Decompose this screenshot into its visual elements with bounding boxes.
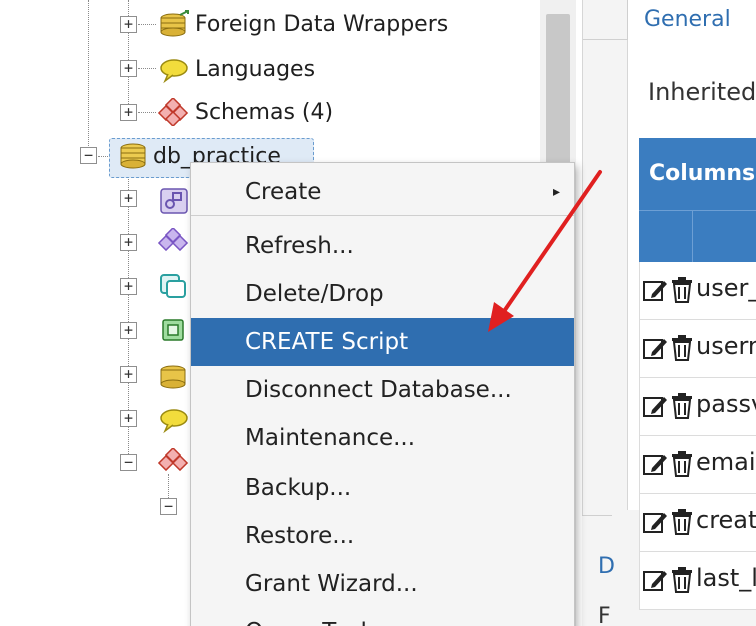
columns-header-divider	[692, 210, 693, 262]
tree-guide-line	[138, 112, 156, 113]
schema-icon	[158, 98, 189, 126]
catalog-icon	[158, 228, 189, 252]
event-trigger-icon	[160, 274, 186, 298]
menu-item-create[interactable]: Create ▸	[191, 168, 574, 216]
collapse-db-practice[interactable]: −	[80, 147, 97, 164]
tree-label-foreign-data-wrappers[interactable]: Foreign Data Wrappers	[195, 11, 448, 39]
tree-guide-line	[88, 0, 89, 150]
column-row: passv	[639, 378, 756, 436]
column-row: usern	[639, 320, 756, 378]
column-name: last_l	[696, 564, 756, 592]
edit-icon[interactable]	[642, 509, 668, 535]
column-name: emai	[696, 448, 756, 476]
menu-item-create-script[interactable]: CREATE Script	[191, 318, 574, 366]
expand-child-node[interactable]: +	[120, 410, 137, 427]
trash-icon[interactable]	[670, 509, 694, 535]
submenu-arrow-icon: ▸	[552, 184, 560, 200]
column-name: user_	[696, 274, 756, 302]
menu-item-grant-wizard[interactable]: Grant Wizard...	[191, 560, 574, 608]
expand-schemas[interactable]: +	[120, 104, 137, 121]
tree-guide-line	[138, 68, 156, 69]
context-menu: Create ▸ Refresh... Delete/Drop CREATE S…	[190, 162, 575, 626]
columns-section-header[interactable]: Columns	[639, 138, 756, 210]
edit-icon[interactable]	[642, 277, 668, 303]
tree-label-schemas[interactable]: Schemas (4)	[195, 99, 333, 127]
trash-icon[interactable]	[670, 393, 694, 419]
foreign-data-wrapper-icon	[160, 365, 186, 389]
menu-item-query-tool[interactable]: Query Tool	[191, 608, 574, 626]
language-icon	[160, 409, 188, 434]
edit-icon[interactable]	[642, 393, 668, 419]
menu-item-create-label: Create	[245, 179, 322, 205]
schema-icon	[158, 448, 189, 472]
column-row: last_l	[639, 552, 756, 610]
tab-general[interactable]: General	[627, 0, 756, 40]
edit-icon[interactable]	[642, 335, 668, 361]
menu-item-disconnect-database[interactable]: Disconnect Database...	[191, 366, 574, 414]
column-row: emai	[639, 436, 756, 494]
tree-label-languages[interactable]: Languages	[195, 56, 315, 84]
expand-child-node[interactable]: +	[120, 322, 137, 339]
menu-item-backup[interactable]: Backup...	[191, 464, 574, 512]
foreign-data-wrapper-icon	[160, 10, 189, 37]
expand-child-node[interactable]: +	[120, 190, 137, 207]
tree-guide-line	[138, 24, 156, 25]
column-name: creat	[696, 506, 756, 534]
trash-icon[interactable]	[670, 277, 694, 303]
expand-foreign-data-wrappers[interactable]: +	[120, 16, 137, 33]
expand-languages[interactable]: +	[120, 60, 137, 77]
extension-icon	[162, 319, 184, 341]
trash-icon[interactable]	[670, 335, 694, 361]
edit-icon[interactable]	[642, 567, 668, 593]
lower-tab-d[interactable]: D	[598, 554, 615, 579]
column-name: passv	[696, 390, 756, 418]
trash-icon[interactable]	[670, 567, 694, 593]
column-row: user_	[639, 262, 756, 320]
database-icon	[120, 143, 146, 169]
inherited-from-label: Inherited	[648, 78, 756, 106]
lower-tab-f[interactable]: F	[598, 604, 611, 626]
cast-icon	[160, 188, 188, 214]
menu-item-restore[interactable]: Restore...	[191, 512, 574, 560]
menu-separator	[191, 215, 574, 216]
expand-child-node[interactable]: +	[120, 278, 137, 295]
column-row: creat	[639, 494, 756, 552]
collapse-child-node[interactable]: −	[160, 498, 177, 515]
expand-child-node[interactable]: +	[120, 366, 137, 383]
column-name: usern	[696, 332, 756, 360]
language-icon	[160, 59, 188, 84]
menu-item-maintenance[interactable]: Maintenance...	[191, 414, 574, 462]
trash-icon[interactable]	[670, 451, 694, 477]
columns-table-header	[639, 210, 756, 262]
menu-item-refresh[interactable]: Refresh...	[191, 222, 574, 270]
collapse-child-node[interactable]: −	[120, 454, 137, 471]
menu-item-delete-drop[interactable]: Delete/Drop	[191, 270, 574, 318]
expand-child-node[interactable]: +	[120, 234, 137, 251]
edit-icon[interactable]	[642, 451, 668, 477]
